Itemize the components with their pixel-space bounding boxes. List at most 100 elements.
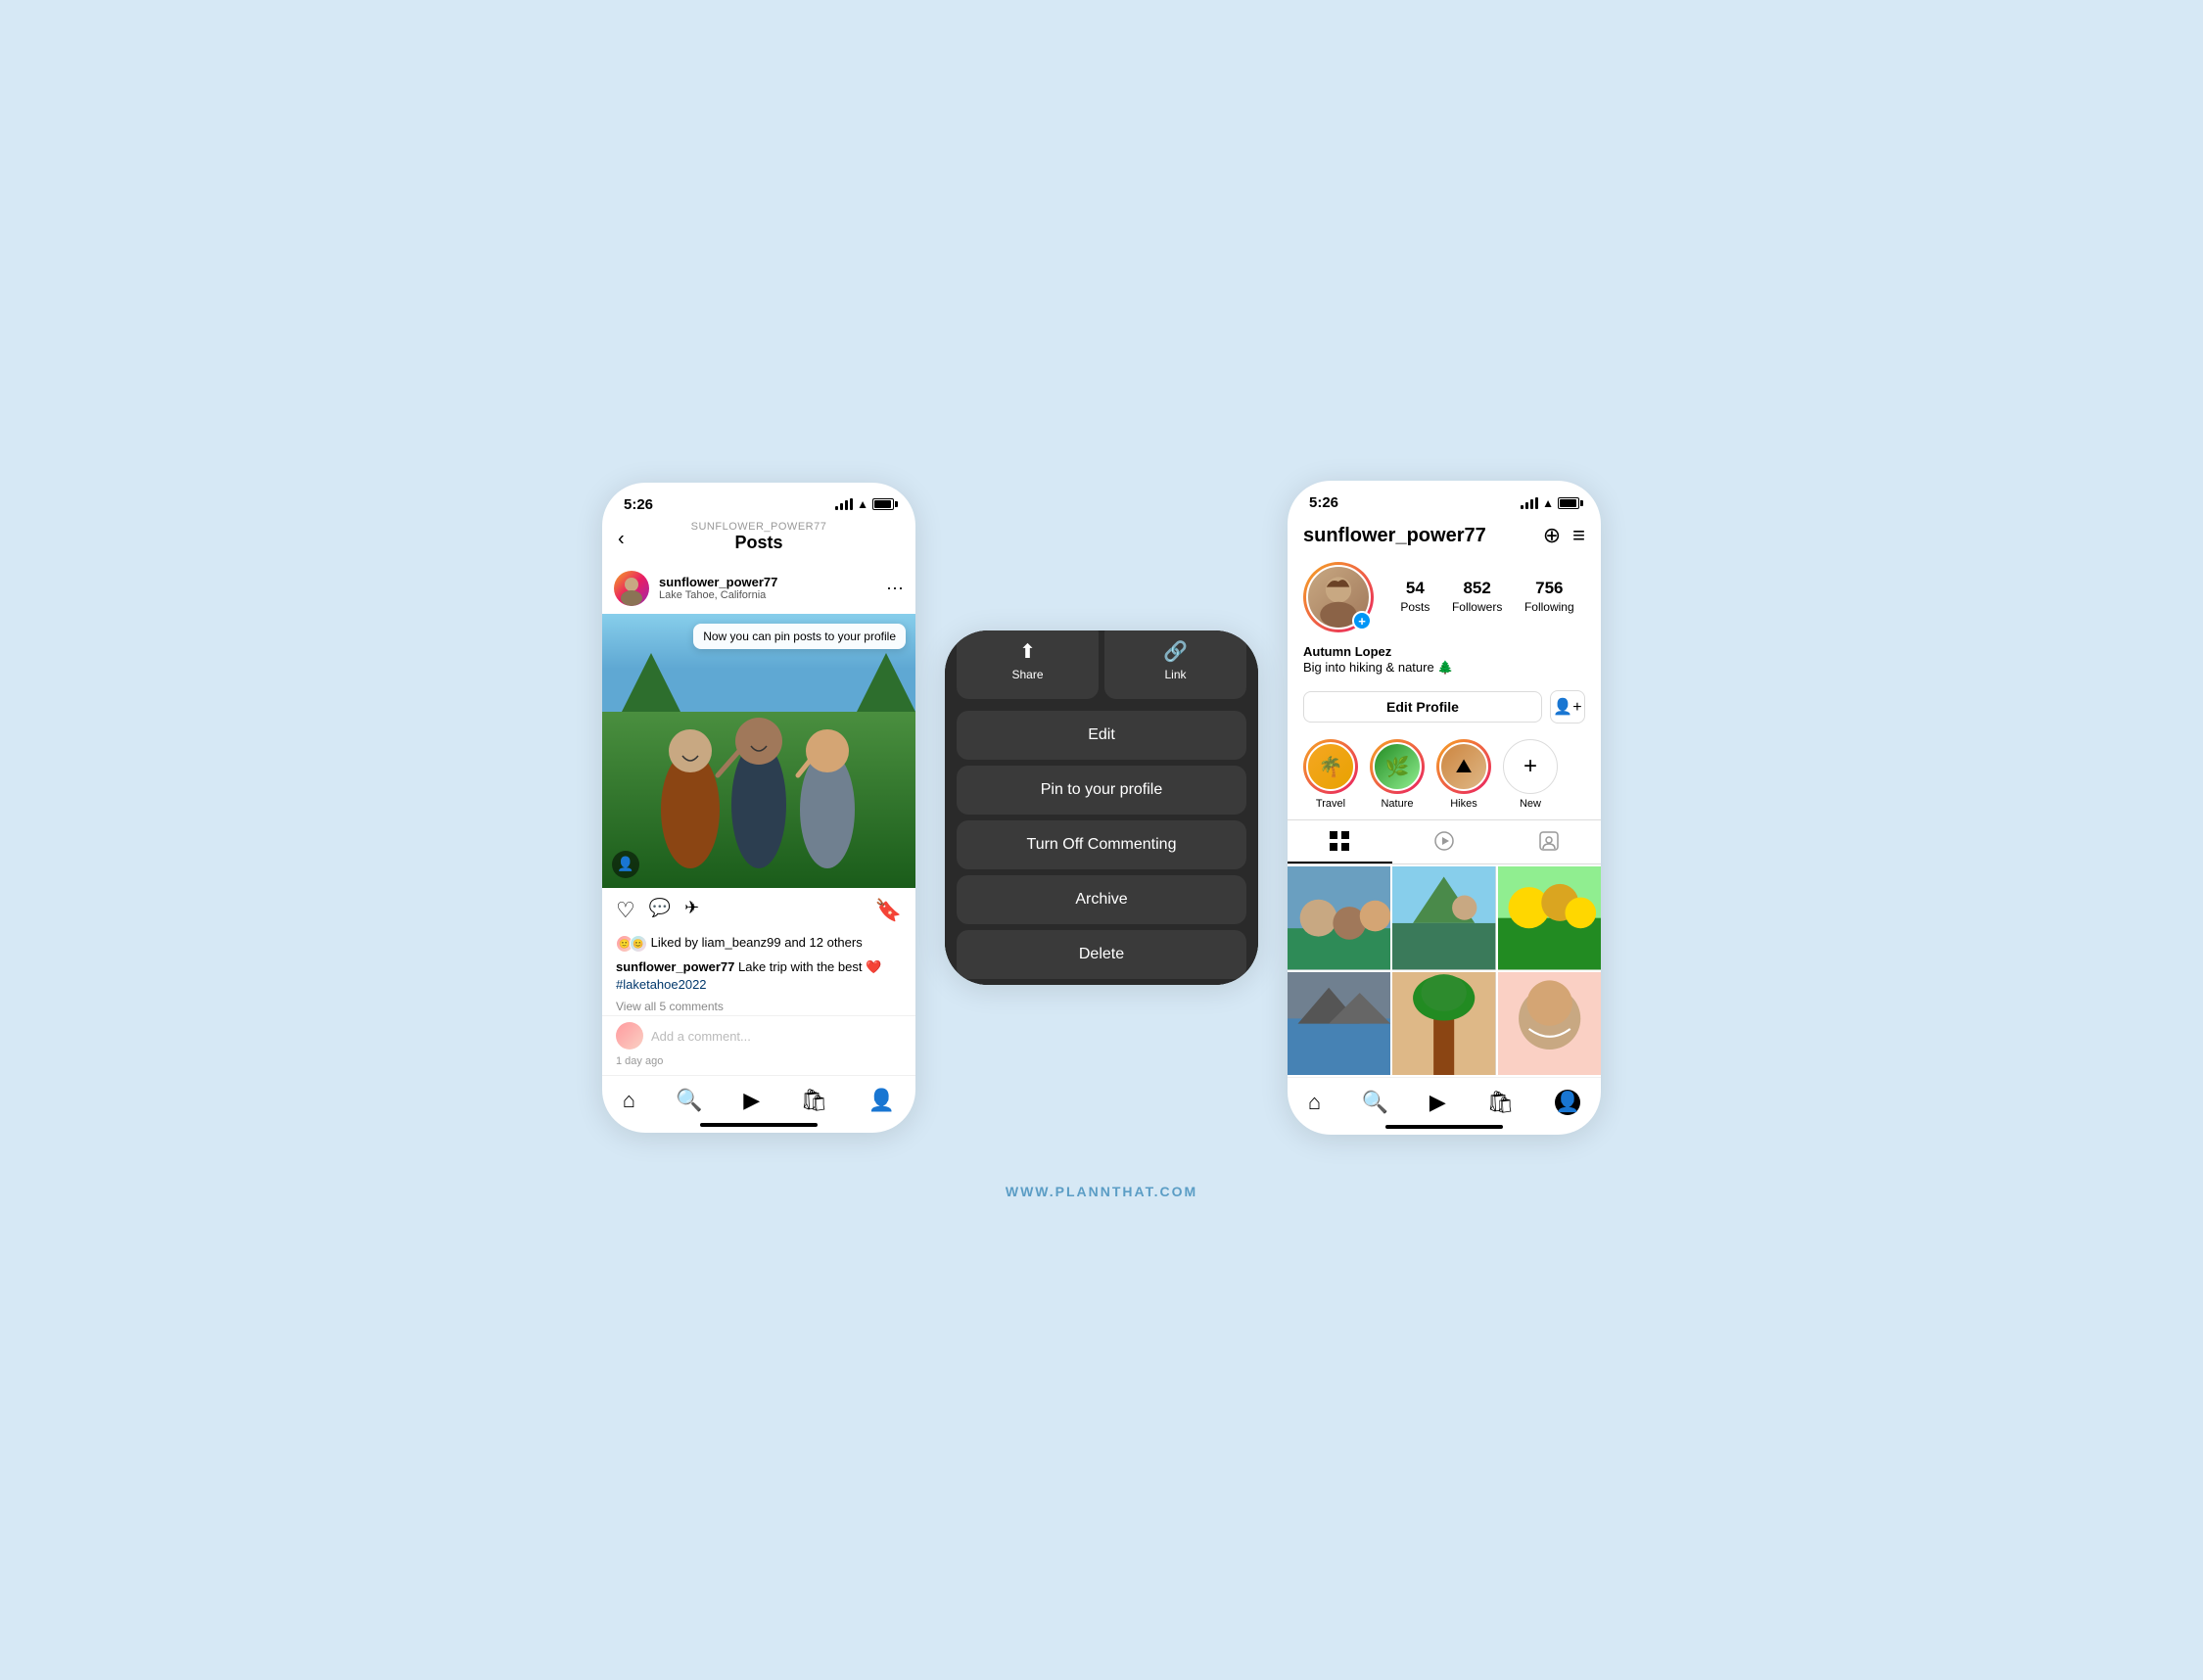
footer: WWW.PLANNTHAT.COM — [1006, 1184, 1197, 1199]
nav-search-1[interactable]: 🔍 — [676, 1088, 702, 1113]
bookmark-button-1[interactable]: 🔖 — [875, 898, 902, 923]
following-count: 756 — [1524, 579, 1574, 598]
likes-avatar-2: 😊 — [630, 935, 647, 953]
avatar-add-button[interactable]: + — [1352, 611, 1372, 630]
view-comments-1[interactable]: View all 5 comments — [602, 998, 915, 1015]
edit-profile-button[interactable]: Edit Profile — [1303, 691, 1542, 723]
story-inner-hikes: ⛰ — [1439, 742, 1488, 791]
battery-icon-3 — [1558, 497, 1579, 509]
status-icons-3: ▲ — [1521, 496, 1579, 510]
tab-tagged[interactable] — [1496, 820, 1601, 863]
nav-home-3[interactable]: ⌂ — [1308, 1090, 1321, 1115]
story-hikes: ⛰ Hikes — [1436, 739, 1491, 810]
phone-2: 5:26 ▲ ‹ SUNFLOWER_POWER77 Posts — [945, 630, 1258, 985]
signal-bar-4 — [850, 498, 853, 510]
sheet-link-btn[interactable]: 🔗 Link — [1104, 630, 1246, 699]
heart-button-1[interactable]: ♡ — [616, 898, 635, 923]
profile-header-icons: ⊕ ≡ — [1543, 523, 1585, 548]
post-header-1: sunflower_power77 Lake Tahoe, California… — [602, 563, 915, 614]
sheet-turnoff-btn[interactable]: Turn Off Commenting — [957, 820, 1246, 869]
phone-3: 5:26 ▲ sunflower_power77 ⊕ ≡ — [1288, 481, 1601, 1135]
caption-username-1[interactable]: sunflower_power77 — [616, 959, 734, 974]
sb3-1 — [1521, 505, 1523, 509]
stories-row: 🌴 Travel 🌿 Nature ⛰ Hikes + Ne — [1288, 733, 1601, 819]
story-circle-new[interactable]: + — [1503, 739, 1558, 794]
action-icons-left-1: ♡ 💬 ✈ — [616, 898, 699, 923]
story-label-hikes: Hikes — [1450, 798, 1477, 810]
comment-avatar-1 — [616, 1022, 643, 1050]
sheet-edit-btn[interactable]: Edit — [957, 711, 1246, 760]
pin-tooltip-1: Now you can pin posts to your profile — [693, 624, 906, 649]
nav-profile-3[interactable]: 👤 — [1555, 1090, 1580, 1115]
profile-stats-row: + 54 Posts 852 Followers 756 Following — [1288, 552, 1601, 640]
stat-posts[interactable]: 54 Posts — [1400, 579, 1430, 616]
stat-following[interactable]: 756 Following — [1524, 579, 1574, 616]
story-nature: 🌿 Nature — [1370, 739, 1425, 810]
grid-photo-2[interactable] — [1392, 866, 1495, 969]
back-button-1[interactable]: ‹ — [618, 529, 625, 551]
share-button-1[interactable]: ✈ — [684, 898, 699, 923]
nav-home-1[interactable]: ⌂ — [623, 1088, 635, 1113]
nav-reels-1[interactable]: ▶ — [743, 1088, 760, 1113]
wifi-icon-3: ▲ — [1542, 496, 1554, 510]
stat-followers[interactable]: 852 Followers — [1452, 579, 1502, 616]
signal-icon-1 — [835, 498, 853, 510]
nav-profile-1[interactable]: 👤 — [868, 1088, 895, 1113]
add-person-button[interactable]: 👤+ — [1550, 690, 1585, 723]
sheet-share-btn[interactable]: ⬆ Share — [957, 630, 1099, 699]
user-story-icon-1: 👤 — [612, 851, 639, 878]
profile-header-row: sunflower_power77 ⊕ ≡ — [1288, 515, 1601, 552]
sheet-delete-btn[interactable]: Delete — [957, 930, 1246, 979]
post-location-1: Lake Tahoe, California — [659, 589, 876, 601]
tab-reels[interactable] — [1392, 820, 1497, 863]
battery-icon-1 — [872, 498, 894, 510]
menu-icon[interactable]: ≡ — [1572, 523, 1585, 548]
profile-avatar-wrapper: + — [1303, 562, 1374, 632]
sheet-archive-btn[interactable]: Archive — [957, 875, 1246, 924]
time-1: 5:26 — [624, 496, 653, 513]
more-dots-1[interactable]: ··· — [886, 578, 904, 598]
grid-photo-5[interactable] — [1392, 972, 1495, 1075]
profile-tabs — [1288, 819, 1601, 864]
story-circle-travel[interactable]: 🌴 — [1303, 739, 1358, 794]
story-circle-hikes[interactable]: ⛰ — [1436, 739, 1491, 794]
sb3-4 — [1535, 497, 1538, 509]
status-bar-3: 5:26 ▲ — [1288, 481, 1601, 515]
post-user-info-1: sunflower_power77 Lake Tahoe, California — [659, 575, 876, 601]
post-avatar-1 — [614, 571, 649, 606]
bio-text: Big into hiking & nature 🌲 — [1303, 659, 1585, 677]
caption-1: sunflower_power77 Lake trip with the bes… — [602, 957, 915, 998]
home-indicator-3 — [1385, 1125, 1503, 1129]
nav-reels-3[interactable]: ▶ — [1430, 1090, 1446, 1115]
nav-username-1: SUNFLOWER_POWER77 — [618, 521, 900, 533]
comment-input-1[interactable]: Add a comment... — [651, 1029, 902, 1044]
grid-photo-4[interactable] — [1288, 972, 1390, 1075]
posts-label: Posts — [1400, 600, 1430, 614]
story-label-travel: Travel — [1316, 798, 1345, 810]
grid-photo-1[interactable] — [1288, 866, 1390, 969]
story-inner-travel: 🌴 — [1306, 742, 1355, 791]
caption-body-1: Lake trip with the best ❤️ — [738, 959, 881, 974]
likes-text-1: Liked by liam_beanz99 and 12 others — [651, 935, 863, 950]
grid-photo-6[interactable] — [1498, 972, 1601, 1075]
nav-shop-1[interactable]: 🛍 — [801, 1088, 828, 1113]
time-3: 5:26 — [1309, 494, 1338, 511]
sb3-3 — [1530, 499, 1533, 509]
add-comment-row-1: Add a comment... — [602, 1015, 915, 1053]
action-bar-1: ♡ 💬 ✈ 🔖 — [602, 888, 915, 933]
story-circle-nature[interactable]: 🌿 — [1370, 739, 1425, 794]
caption-hashtag-1[interactable]: #laketahoe2022 — [616, 977, 707, 992]
bottom-nav-3: ⌂ 🔍 ▶ 🛍 👤 — [1288, 1077, 1601, 1135]
bio-name: Autumn Lopez — [1303, 644, 1585, 659]
comment-button-1[interactable]: 💬 — [649, 898, 671, 923]
grid-photo-3[interactable] — [1498, 866, 1601, 969]
story-label-nature: Nature — [1381, 798, 1413, 810]
tab-grid[interactable] — [1288, 820, 1392, 863]
sheet-pin-btn[interactable]: Pin to your profile — [957, 766, 1246, 815]
nav-shop-3[interactable]: 🛍 — [1487, 1090, 1515, 1115]
nav-search-3[interactable]: 🔍 — [1362, 1090, 1388, 1115]
add-post-icon[interactable]: ⊕ — [1543, 523, 1561, 548]
post-username-1[interactable]: sunflower_power77 — [659, 575, 876, 589]
profile-username: sunflower_power77 — [1303, 525, 1486, 547]
phones-container: 5:26 ▲ ‹ SUNFLOWER_POWER77 Posts — [602, 481, 1601, 1135]
